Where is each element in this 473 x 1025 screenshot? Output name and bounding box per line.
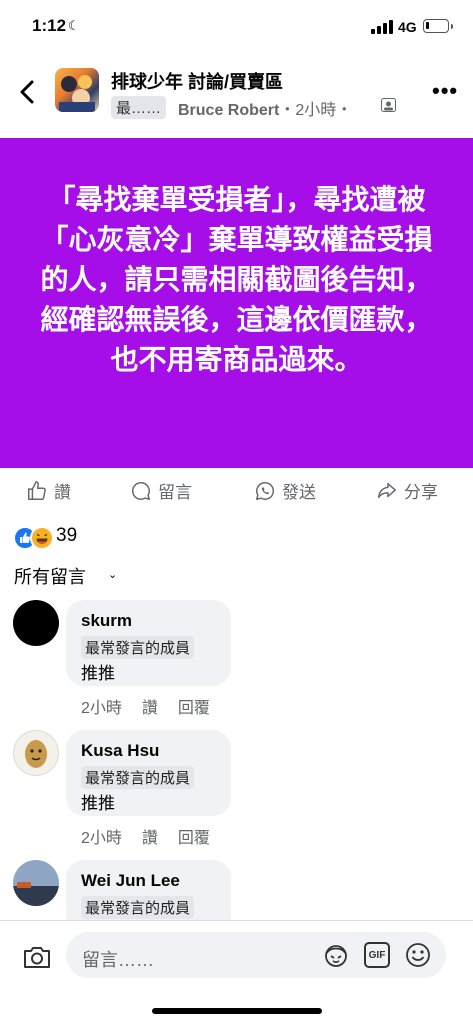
more-options-icon[interactable]: ••• bbox=[432, 78, 458, 104]
post-text: 「尋找棄單受損者」，尋找遭被「心灰意冷」棄單導致權益受損的人，請只需相關截圖後告… bbox=[40, 184, 433, 375]
comment-like-button[interactable]: 讚 bbox=[142, 830, 158, 847]
comment-button[interactable]: 留言 bbox=[130, 478, 192, 503]
comment-meta: 2小時 讚 回覆 bbox=[81, 824, 230, 848]
thumbs-up-icon bbox=[28, 480, 46, 500]
share-arrow-icon bbox=[378, 482, 396, 498]
battery-tip bbox=[451, 24, 453, 29]
comment-time: 2小時 bbox=[81, 830, 122, 847]
comment-time: 2小時 bbox=[81, 700, 122, 717]
comment-meta: 2小時 讚 回覆 bbox=[81, 694, 230, 718]
comment-like-button[interactable]: 讚 bbox=[142, 700, 158, 717]
avatar-sticker-icon[interactable] bbox=[323, 942, 349, 968]
comment-reply-button[interactable]: 回覆 bbox=[178, 700, 210, 717]
home-indicator[interactable] bbox=[152, 1008, 322, 1014]
comment-label: 留言 bbox=[158, 483, 192, 502]
all-comments-filter[interactable]: 所有留言 bbox=[14, 563, 86, 589]
post-actions: 讚 留言 發送 分享 bbox=[0, 474, 473, 508]
comment-text: 推推 bbox=[81, 664, 115, 683]
member-role-badge: 最常發言的成員 bbox=[81, 766, 195, 789]
back-chevron-icon[interactable] bbox=[16, 72, 40, 112]
comment-placeholder: 留言…… bbox=[82, 950, 154, 970]
comment-reply-button[interactable]: 回覆 bbox=[178, 830, 210, 847]
gif-icon[interactable]: GIF bbox=[364, 942, 390, 968]
camera-icon[interactable] bbox=[22, 944, 52, 970]
post-meta: Bruce Robert・2小時・ bbox=[178, 96, 352, 120]
like-label: 讚 bbox=[54, 483, 71, 502]
whatsapp-icon bbox=[256, 481, 275, 500]
group-privacy-icon bbox=[381, 98, 396, 112]
avatar[interactable] bbox=[13, 600, 59, 646]
comment-icon bbox=[132, 481, 150, 500]
commenter-name[interactable]: Wei Jun Lee bbox=[81, 871, 180, 891]
chevron-down-icon[interactable]: ⌄ bbox=[108, 568, 117, 581]
author-name[interactable]: Bruce Robert bbox=[178, 102, 279, 119]
commenter-name[interactable]: Kusa Hsu bbox=[81, 741, 159, 761]
member-badge: 最…… bbox=[111, 96, 167, 119]
group-title[interactable]: 排球少年 討論/買賣區 bbox=[111, 68, 283, 94]
member-role-badge: 最常發言的成員 bbox=[81, 896, 195, 919]
comment-text: 推推 bbox=[81, 794, 115, 813]
battery-icon bbox=[423, 19, 449, 33]
avatar[interactable] bbox=[13, 860, 59, 906]
status-time: 1:12 bbox=[32, 16, 67, 35]
commenter-name[interactable]: skurm bbox=[81, 611, 132, 631]
member-role-badge: 最常發言的成員 bbox=[81, 636, 195, 659]
haha-reaction-icon[interactable] bbox=[30, 526, 54, 550]
network-label: 4G bbox=[398, 19, 417, 35]
group-avatar[interactable] bbox=[55, 68, 99, 112]
moon-icon: ☾ bbox=[68, 18, 80, 33]
post-time: ・2小時・ bbox=[279, 102, 353, 119]
signal-icon bbox=[371, 20, 393, 34]
send-button[interactable]: 發送 bbox=[254, 478, 316, 503]
share-button[interactable]: 分享 bbox=[376, 478, 438, 503]
share-label: 分享 bbox=[404, 483, 438, 502]
avatar[interactable] bbox=[13, 730, 59, 776]
send-label: 發送 bbox=[282, 483, 316, 502]
reaction-count[interactable]: 39 bbox=[56, 525, 77, 547]
like-button[interactable]: 讚 bbox=[26, 478, 71, 503]
emoji-icon[interactable] bbox=[405, 942, 431, 968]
